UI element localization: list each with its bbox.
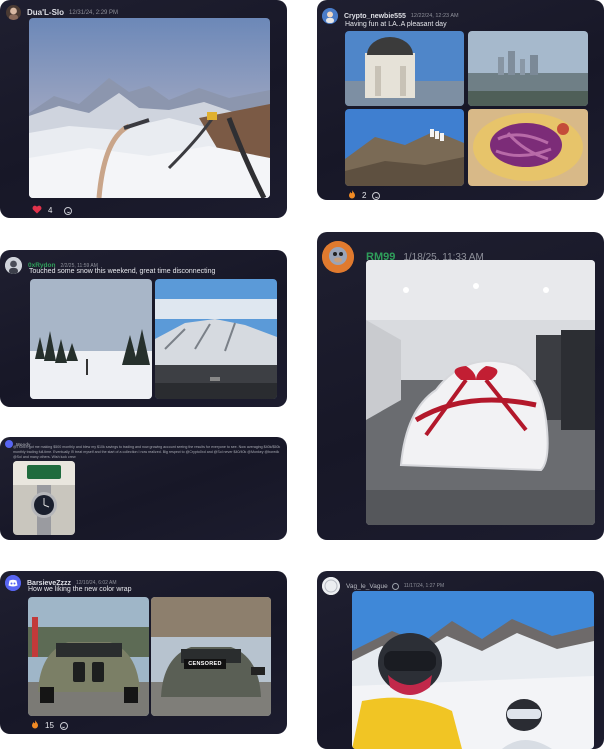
timestamp: 11/17/24, 1:27 PM (403, 583, 445, 589)
avatar[interactable] (6, 5, 21, 20)
car-front-photo[interactable] (28, 597, 149, 716)
timestamp: 12/31/24, 2:29 PM (69, 9, 119, 16)
car-rear-photo[interactable]: CENSORED (151, 597, 271, 716)
reactions: 2 (348, 190, 381, 200)
username[interactable]: Dua'L-Slo (27, 8, 64, 17)
heart-icon[interactable] (32, 205, 42, 216)
mountain-photo[interactable] (29, 18, 270, 198)
avatar[interactable] (322, 577, 340, 595)
heart-count: 4 (48, 206, 53, 215)
post-card-vag-le-vague: Vag_le_Vague 11/17/24, 1:27 PM (317, 571, 604, 749)
avatar[interactable] (322, 241, 354, 273)
message-text: How we liking the new color wrap (28, 586, 132, 593)
snowy-forest-photo[interactable] (30, 279, 152, 399)
avatar[interactable] (5, 440, 13, 448)
verified-icon (391, 582, 399, 590)
censored-label: CENSORED (184, 659, 226, 669)
post-card-0xrydon: 0xRydon 2/2/25, 11:59 AM Touched some sn… (0, 250, 287, 407)
post-card-dual-slo: Dua'L-Slo 12/31/24, 2:29 PM 4 (0, 0, 287, 218)
post-card-crypto-newbie: Crypto_newbie555 12/22/24, 12:23 AM Havi… (317, 0, 604, 200)
observatory-photo[interactable] (345, 31, 464, 106)
gift-car-photo[interactable] (366, 260, 595, 525)
avatar[interactable] (322, 8, 338, 24)
fire-count: 2 (362, 191, 367, 200)
fire-icon[interactable] (31, 720, 39, 731)
fire-icon[interactable] (348, 190, 356, 200)
ski-slope-photo[interactable] (155, 279, 277, 399)
add-reaction-icon[interactable] (372, 191, 381, 200)
message-text: @Tr3nch got me making $500 monthly and b… (13, 445, 281, 460)
reactions: 4 (32, 205, 73, 216)
message-text: Touched some snow this weekend, great ti… (29, 268, 216, 275)
post-card-rm99: RM99 1/18/25, 11:33 AM (317, 232, 604, 540)
la-skyline-photo[interactable] (468, 31, 588, 106)
rolex-watch-photo[interactable] (13, 461, 75, 535)
discord-avatar[interactable] (5, 575, 21, 591)
fire-count: 15 (45, 721, 54, 730)
post-card-barsieve: BarsieveZzzz 12/10/24, 6:02 AM How we li… (0, 571, 287, 734)
tacos-photo[interactable] (468, 109, 588, 186)
avatar[interactable] (5, 257, 22, 274)
reactions: 15 (31, 720, 68, 731)
post-card-moody: Moody @Tr3nch got me making $500 monthly… (0, 437, 287, 540)
timestamp: 12/22/24, 12:23 AM (410, 13, 459, 19)
message-text: Having fun at LA..A pleasant day (345, 21, 447, 28)
username[interactable]: Vag_le_Vague (346, 583, 388, 590)
username[interactable]: Crypto_newbie555 (344, 13, 406, 20)
hollywood-sign-photo[interactable] (345, 109, 464, 186)
add-reaction-icon[interactable] (59, 721, 68, 730)
add-reaction-icon[interactable] (64, 206, 73, 215)
ski-selfie-photo[interactable] (352, 591, 594, 749)
